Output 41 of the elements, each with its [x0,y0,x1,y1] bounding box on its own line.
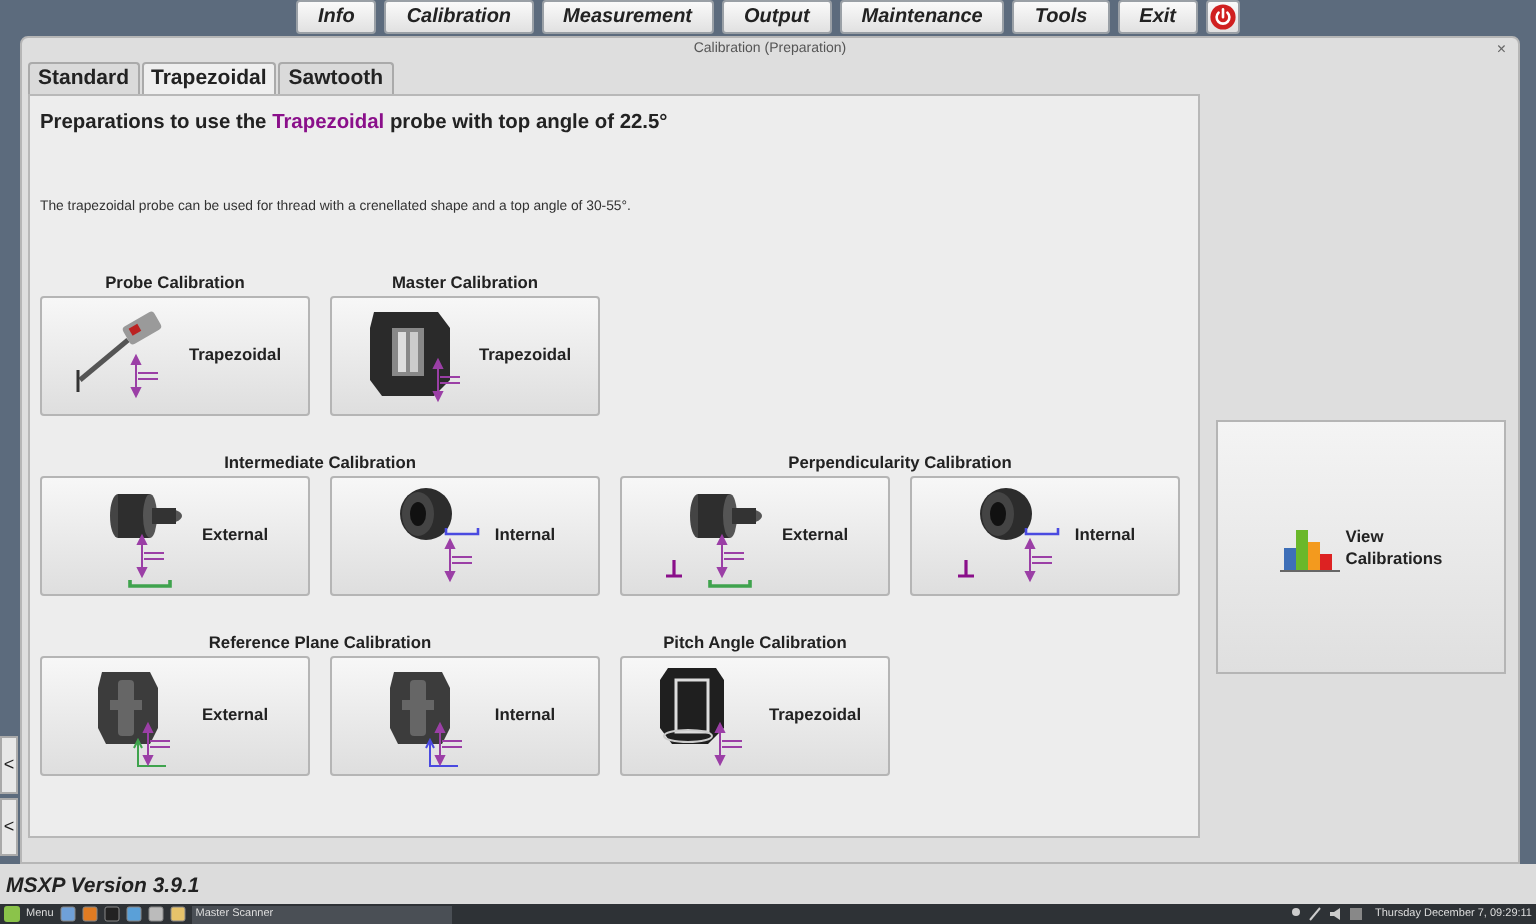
master-block-drawing [370,311,462,402]
section-title: Probe Calibration [103,269,247,296]
nav-button[interactable]: Measurement [541,0,715,34]
option-button[interactable]: Trapezoidal [40,295,310,416]
tab[interactable]: Sawtooth [278,62,394,94]
section-title: Pitch Angle Calibration [661,629,849,656]
nav-button[interactable]: Output [722,0,832,34]
tab[interactable]: Standard [28,62,140,94]
power-button[interactable] [1206,0,1240,34]
stylus-drawing [77,309,164,398]
option-button[interactable]: Trapezoidal [620,655,890,776]
nav-button[interactable]: Exit [1117,0,1198,34]
option-button[interactable]: Internal [910,475,1180,596]
collapse-button[interactable]: < [0,736,18,794]
section-title: Intermediate Calibration [222,449,418,476]
cylinder-drawing [109,493,182,588]
option-button[interactable]: External [40,475,310,596]
reference-block-drawing [390,671,464,767]
option-button[interactable]: Trapezoidal [330,295,600,416]
option-button[interactable]: External [40,655,310,776]
view-calibrations-button[interactable]: View Calibrations [1216,420,1506,674]
ring-drawing [957,487,1061,582]
reference-block-drawing [97,671,171,767]
version-label: MSXP Version 3.9.1 [6,874,200,898]
section-title: Reference Plane Calibration [206,629,434,656]
heading: Preparations to use the Trapezoidal probe with top angle of 22.5° [40,110,670,138]
tab[interactable]: Trapezoidal [141,62,277,94]
section-title: Perpendicularity Calibration [786,449,1014,476]
close-button[interactable]: × [1496,38,1506,62]
fixture-drawing [660,667,744,766]
nav-button[interactable]: Calibration [384,0,534,34]
section-title: Master Calibration [389,269,541,296]
nav-button[interactable]: Maintenance [839,0,1005,34]
ring-drawing [400,487,481,582]
option-button[interactable]: Internal [330,475,600,596]
option-button[interactable]: External [620,475,890,596]
collapse-button[interactable]: < [0,798,18,856]
nav-button[interactable]: Tools [1012,0,1110,34]
cylinder-drawing [664,493,762,588]
option-button[interactable]: Internal [330,655,600,776]
nav-button[interactable]: Info [295,0,377,34]
